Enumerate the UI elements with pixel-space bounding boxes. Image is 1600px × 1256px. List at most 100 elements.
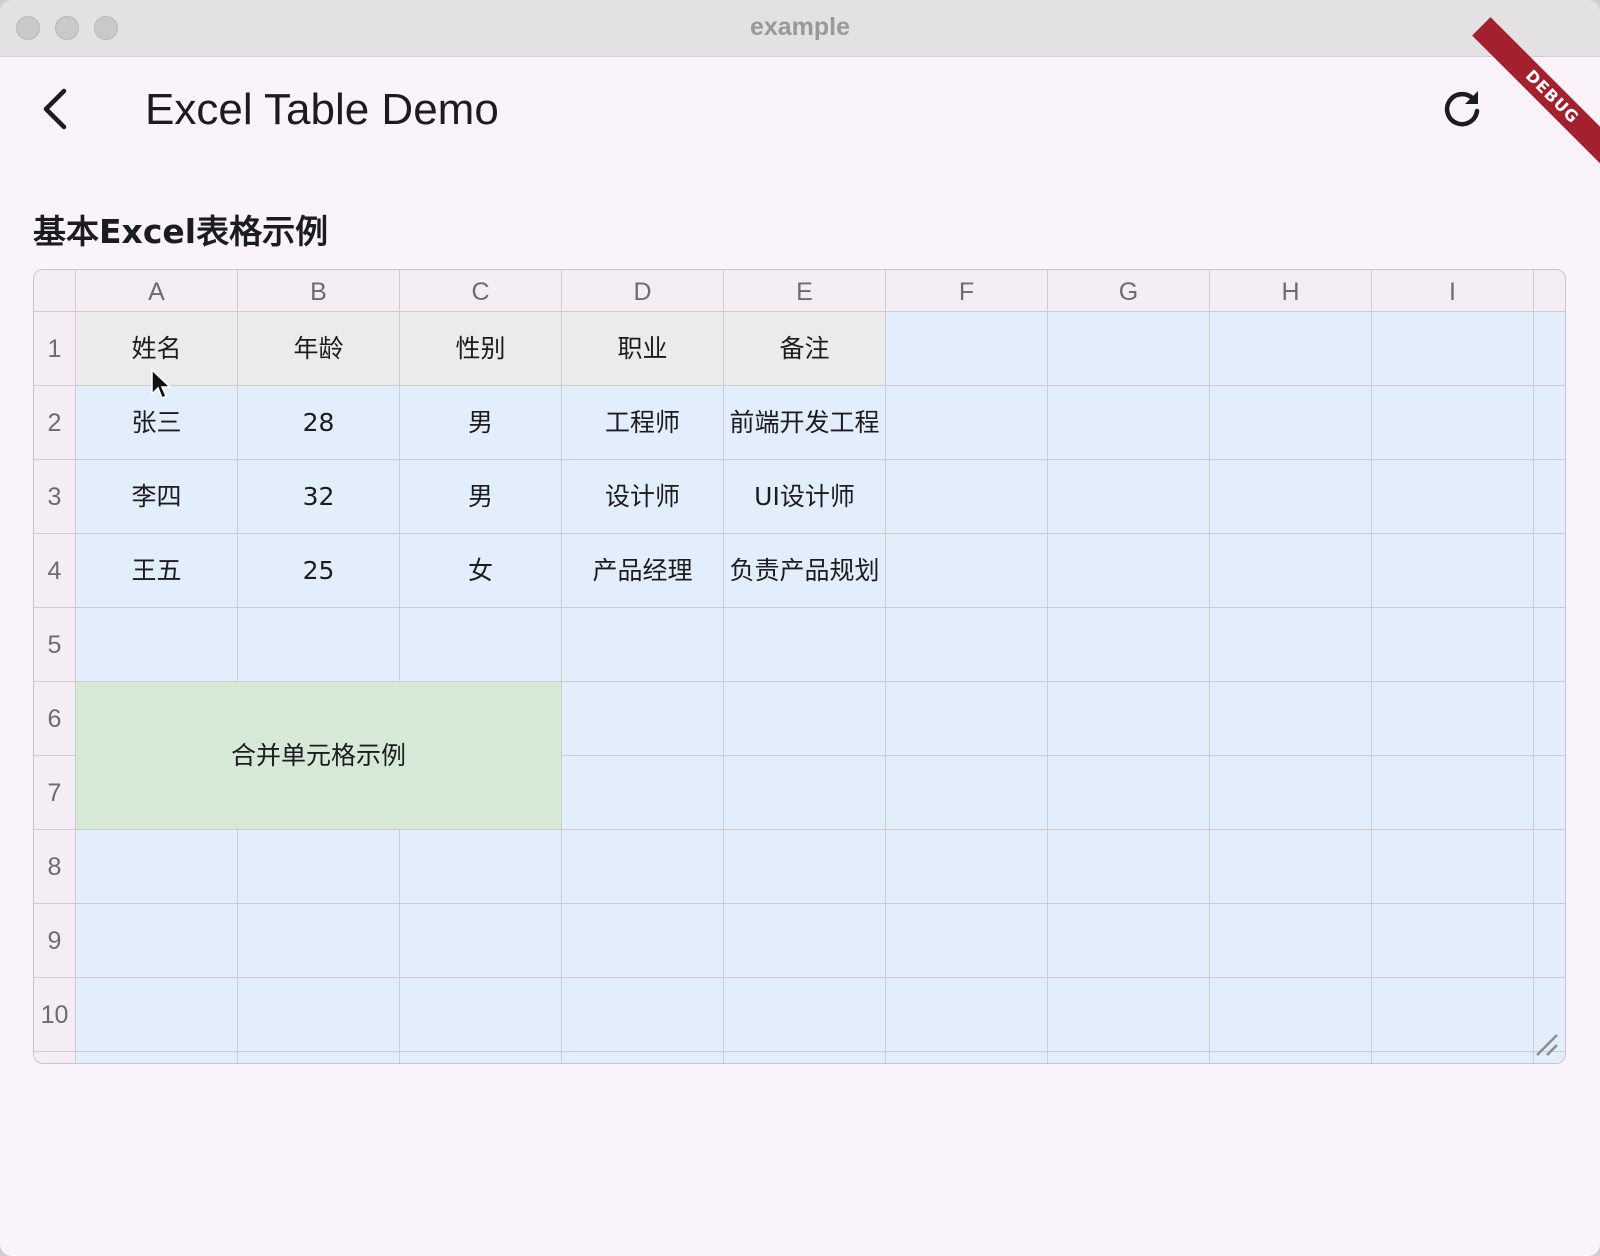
cell-b3[interactable]: 32 <box>238 460 400 534</box>
cell-b9[interactable] <box>238 904 400 978</box>
column-header-a[interactable]: A <box>76 270 238 312</box>
cell-h1[interactable] <box>1210 312 1372 386</box>
cell-d7[interactable] <box>562 756 724 830</box>
cell-d5[interactable] <box>562 608 724 682</box>
cell-g7[interactable] <box>1048 756 1210 830</box>
column-header-f[interactable]: F <box>886 270 1048 312</box>
cell-g2[interactable] <box>1048 386 1210 460</box>
cell-i4[interactable] <box>1372 534 1534 608</box>
cell-h9[interactable] <box>1210 904 1372 978</box>
cell-g1[interactable] <box>1048 312 1210 386</box>
column-header-c[interactable]: C <box>400 270 562 312</box>
cell-f7[interactable] <box>886 756 1048 830</box>
row-header-3[interactable]: 3 <box>34 460 76 534</box>
cell-b4[interactable]: 25 <box>238 534 400 608</box>
cell-a10[interactable] <box>76 978 238 1052</box>
cell-b2[interactable]: 28 <box>238 386 400 460</box>
cell-g3[interactable] <box>1048 460 1210 534</box>
cell-h5[interactable] <box>1210 608 1372 682</box>
cell-i7[interactable] <box>1372 756 1534 830</box>
row-header-8[interactable]: 8 <box>34 830 76 904</box>
cell-g6[interactable] <box>1048 682 1210 756</box>
cell-i9[interactable] <box>1372 904 1534 978</box>
cell-f8[interactable] <box>886 830 1048 904</box>
cell-c9[interactable] <box>400 904 562 978</box>
cell-d1[interactable]: 职业 <box>562 312 724 386</box>
cell-d10[interactable] <box>562 978 724 1052</box>
cell-h7[interactable] <box>1210 756 1372 830</box>
row-header-2[interactable]: 2 <box>34 386 76 460</box>
cell-e5[interactable] <box>724 608 886 682</box>
cell-h4[interactable] <box>1210 534 1372 608</box>
cell-e9[interactable] <box>724 904 886 978</box>
cell-d9[interactable] <box>562 904 724 978</box>
cell-i3[interactable] <box>1372 460 1534 534</box>
cell-d4[interactable]: 产品经理 <box>562 534 724 608</box>
column-header-i[interactable]: I <box>1372 270 1534 312</box>
cell-h3[interactable] <box>1210 460 1372 534</box>
cell-d8[interactable] <box>562 830 724 904</box>
excel-sheet[interactable]: A B C D E F G H I 1 2 3 4 5 6 7 8 9 10 姓名 年龄 性别 职业 备注 张三 28 男工程师 前端… <box>33 269 1566 1064</box>
cell-g5[interactable] <box>1048 608 1210 682</box>
cell-g4[interactable] <box>1048 534 1210 608</box>
cell-e6[interactable] <box>724 682 886 756</box>
row-header-6[interactable]: 6 <box>34 682 76 756</box>
cell-e3[interactable]: UI设计师 <box>724 460 886 534</box>
cell-g8[interactable] <box>1048 830 1210 904</box>
back-button[interactable] <box>30 81 86 137</box>
column-header-g[interactable]: G <box>1048 270 1210 312</box>
cell-e10[interactable] <box>724 978 886 1052</box>
cell-f10[interactable] <box>886 978 1048 1052</box>
cell-d3[interactable]: 设计师 <box>562 460 724 534</box>
cell-c4[interactable]: 女 <box>400 534 562 608</box>
row-header-9[interactable]: 9 <box>34 904 76 978</box>
cell-c1[interactable]: 性别 <box>400 312 562 386</box>
cell-e8[interactable] <box>724 830 886 904</box>
cell-e1[interactable]: 备注 <box>724 312 886 386</box>
resize-handle-icon[interactable] <box>1533 1031 1561 1059</box>
row-header-7[interactable]: 7 <box>34 756 76 830</box>
refresh-button[interactable] <box>1434 81 1490 137</box>
cell-e4[interactable]: 负责产品规划 <box>724 534 886 608</box>
column-header-b[interactable]: B <box>238 270 400 312</box>
cell-a9[interactable] <box>76 904 238 978</box>
cell-c5[interactable] <box>400 608 562 682</box>
cell-d6[interactable] <box>562 682 724 756</box>
sheet-corner[interactable] <box>34 270 76 312</box>
cell-g10[interactable] <box>1048 978 1210 1052</box>
cell-c3[interactable]: 男 <box>400 460 562 534</box>
column-header-d[interactable]: D <box>562 270 724 312</box>
cell-f2[interactable] <box>886 386 1048 460</box>
cell-a8[interactable] <box>76 830 238 904</box>
cell-b10[interactable] <box>238 978 400 1052</box>
cell-b1[interactable]: 年龄 <box>238 312 400 386</box>
cell-b8[interactable] <box>238 830 400 904</box>
cell-h6[interactable] <box>1210 682 1372 756</box>
cell-a3[interactable]: 李四 <box>76 460 238 534</box>
cell-f4[interactable] <box>886 534 1048 608</box>
cell-c8[interactable] <box>400 830 562 904</box>
merged-cell-a6-c7[interactable]: 合并单元格示例 <box>76 682 562 830</box>
cell-i2[interactable] <box>1372 386 1534 460</box>
cell-f1[interactable] <box>886 312 1048 386</box>
cell-g9[interactable] <box>1048 904 1210 978</box>
cell-f6[interactable] <box>886 682 1048 756</box>
column-header-e[interactable]: E <box>724 270 886 312</box>
row-header-10[interactable]: 10 <box>34 978 76 1052</box>
row-header-1[interactable]: 1 <box>34 312 76 386</box>
cell-h8[interactable] <box>1210 830 1372 904</box>
cell-d2[interactable]: 工程师 <box>562 386 724 460</box>
cell-f9[interactable] <box>886 904 1048 978</box>
cell-h2[interactable] <box>1210 386 1372 460</box>
cell-e2[interactable]: 前端开发工程 <box>724 386 886 460</box>
row-header-5[interactable]: 5 <box>34 608 76 682</box>
cell-h10[interactable] <box>1210 978 1372 1052</box>
cell-f5[interactable] <box>886 608 1048 682</box>
row-header-4[interactable]: 4 <box>34 534 76 608</box>
cell-b5[interactable] <box>238 608 400 682</box>
column-header-h[interactable]: H <box>1210 270 1372 312</box>
cell-i5[interactable] <box>1372 608 1534 682</box>
cell-f3[interactable] <box>886 460 1048 534</box>
cell-i6[interactable] <box>1372 682 1534 756</box>
cell-a4[interactable]: 王五 <box>76 534 238 608</box>
